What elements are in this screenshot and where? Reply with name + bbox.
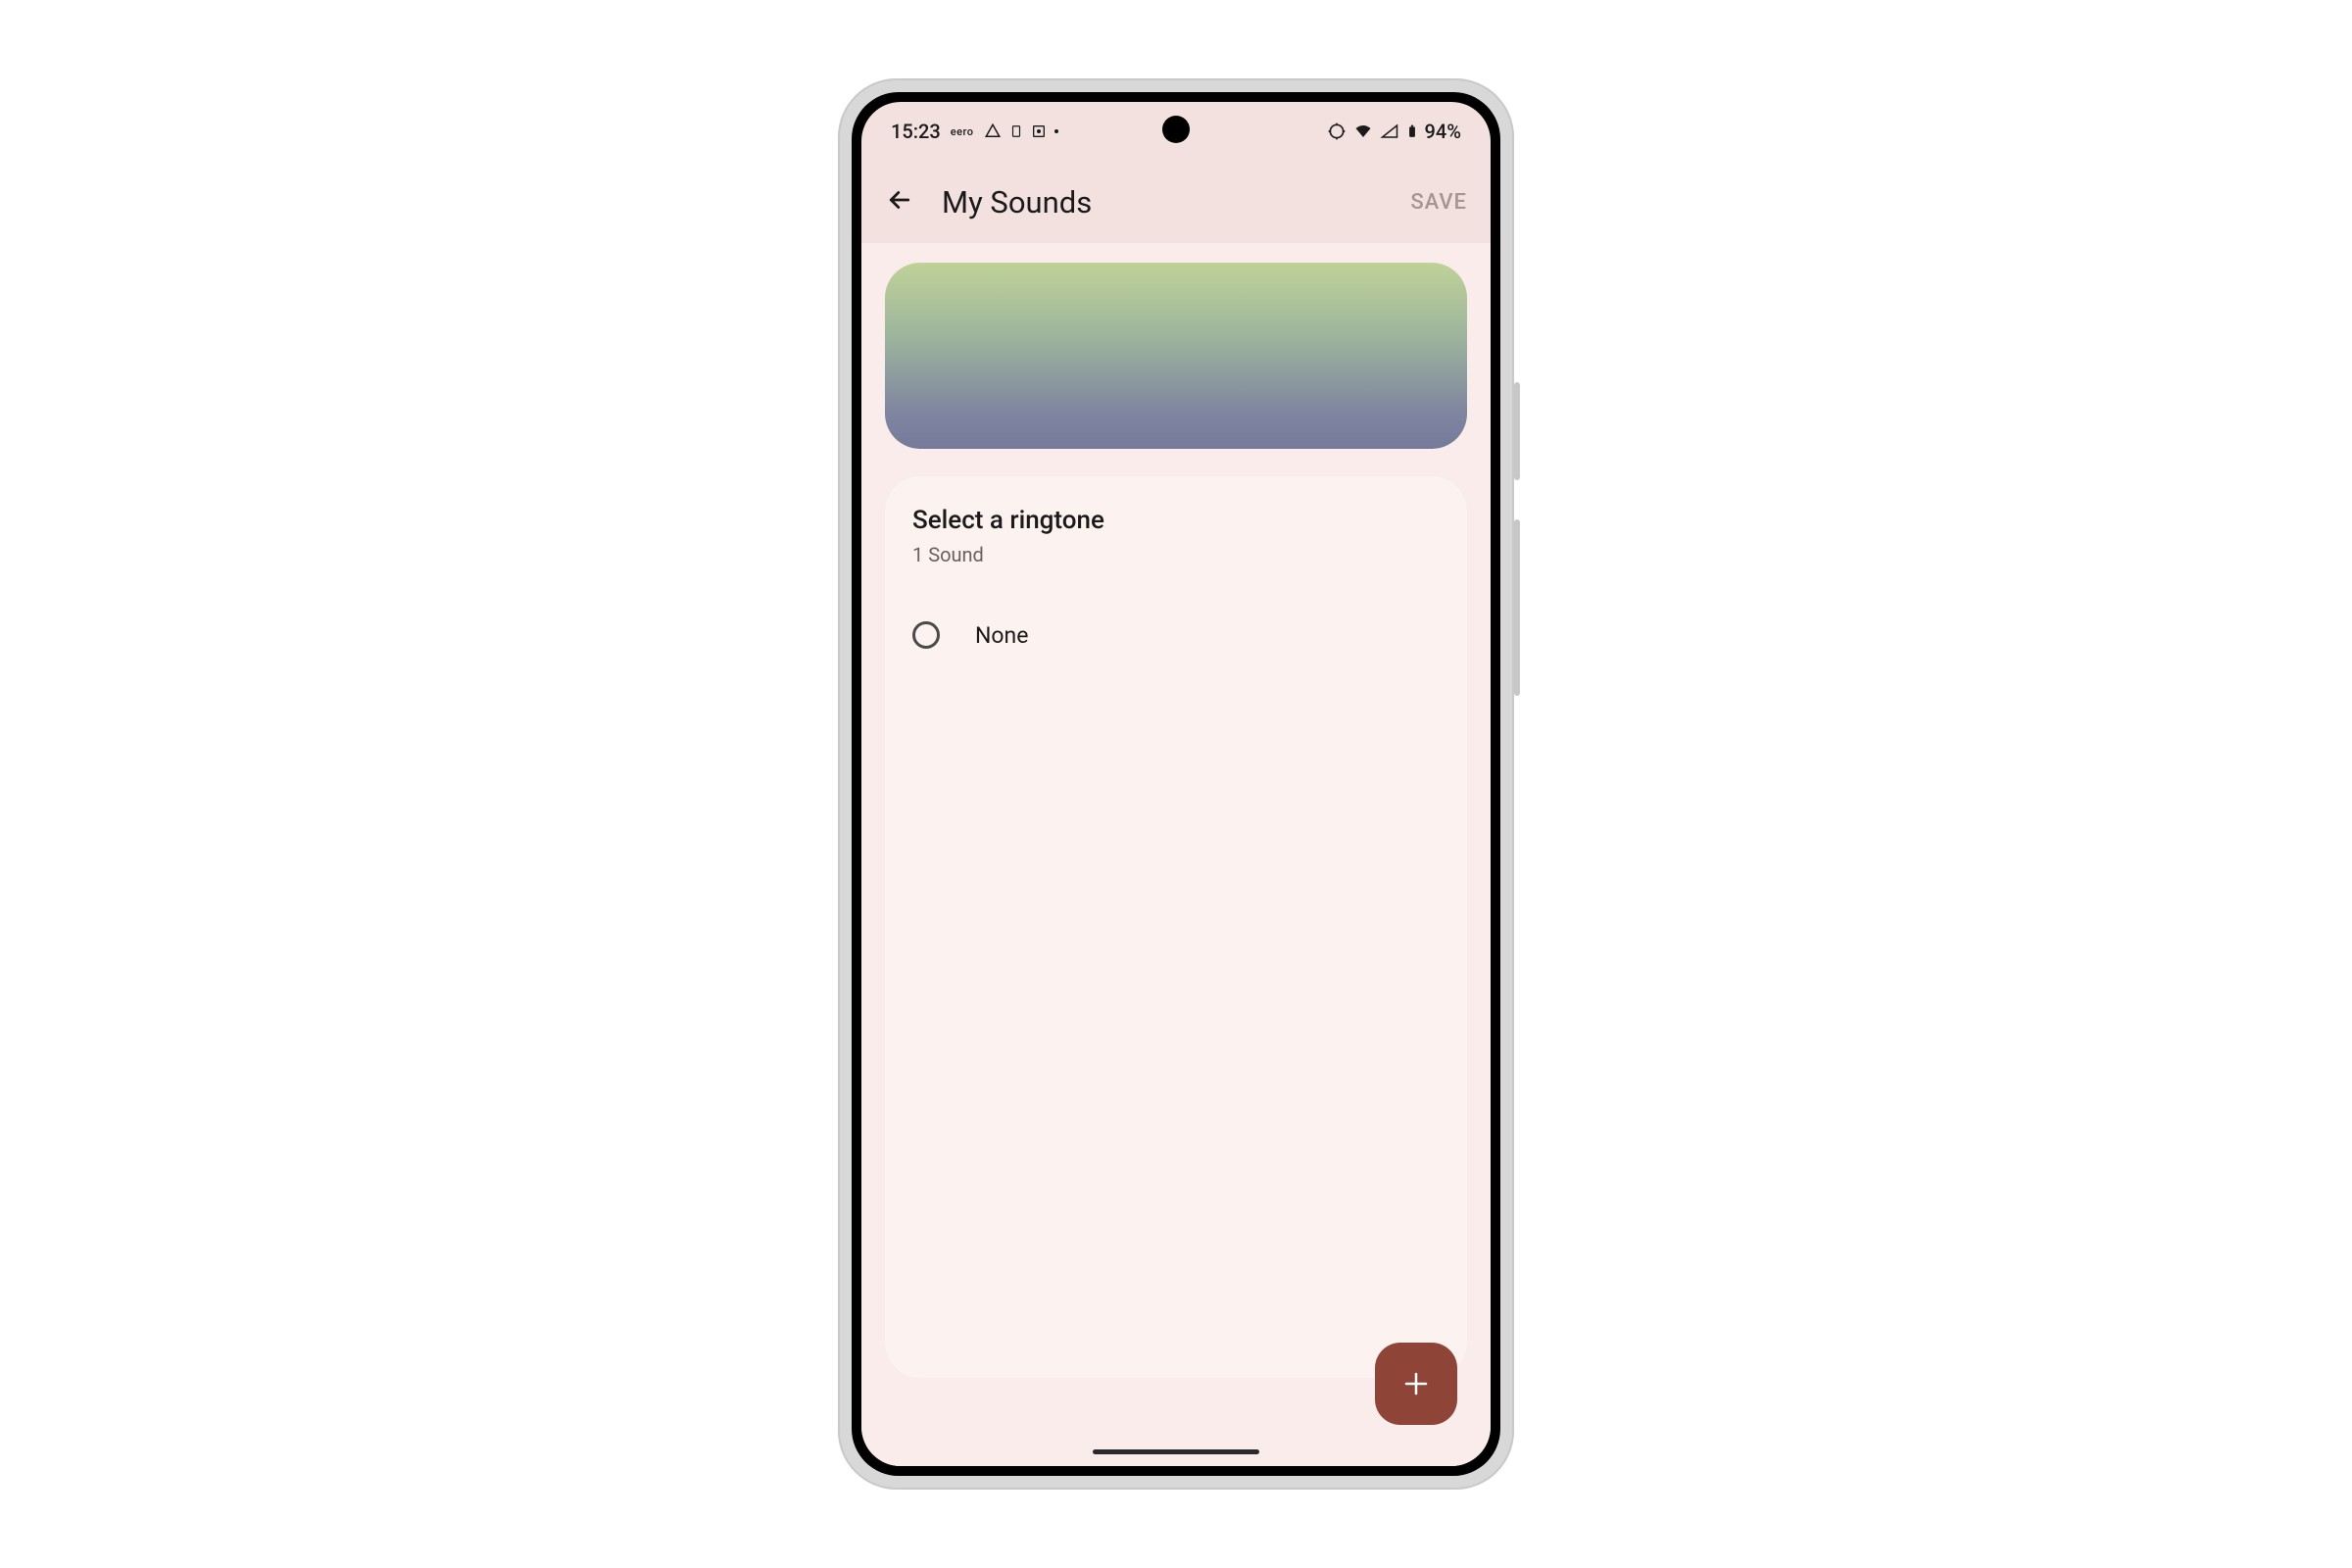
device-icon (1009, 122, 1023, 140)
list-title: Select a ringtone (912, 506, 1440, 535)
signal-icon (1380, 122, 1399, 140)
wifi-icon (1352, 122, 1374, 140)
home-indicator[interactable] (1093, 1449, 1259, 1454)
status-right: 94% (1327, 120, 1461, 143)
sound-label: None (975, 622, 1028, 649)
sound-item-none[interactable]: None (912, 613, 1440, 657)
screen: 15:23 eero 94% (861, 102, 1491, 1466)
camera-notch (1162, 116, 1190, 143)
notification-icons (984, 122, 1058, 140)
phone-bezel: 15:23 eero 94% (852, 92, 1500, 1476)
ringtone-preview-card[interactable] (885, 263, 1467, 449)
add-sound-button[interactable] (1375, 1343, 1457, 1425)
volume-button (1514, 519, 1520, 696)
power-button (1514, 382, 1520, 480)
back-arrow-icon (885, 185, 914, 215)
status-left: 15:23 eero (891, 120, 1058, 143)
target-icon (1327, 122, 1347, 141)
list-subtitle: 1 Sound (912, 543, 1440, 566)
battery-percent: 94% (1425, 120, 1461, 143)
clock: 15:23 (891, 120, 941, 143)
phone-frame: 15:23 eero 94% (838, 78, 1514, 1490)
save-button[interactable]: SAVE (1410, 190, 1467, 215)
plus-icon (1401, 1369, 1431, 1398)
page-title: My Sounds (942, 184, 1383, 220)
radio-unchecked-icon (912, 621, 940, 649)
dot-icon (1054, 129, 1058, 133)
app-bar: My Sounds SAVE (861, 161, 1491, 243)
triangle-icon (984, 122, 1002, 140)
content-area: Select a ringtone 1 Sound None (861, 243, 1491, 1466)
ringtone-list-card: Select a ringtone 1 Sound None (885, 476, 1467, 1378)
battery-icon (1405, 121, 1419, 142)
box-icon (1031, 123, 1047, 139)
back-button[interactable] (885, 185, 914, 219)
carrier-label: eero (951, 125, 974, 138)
